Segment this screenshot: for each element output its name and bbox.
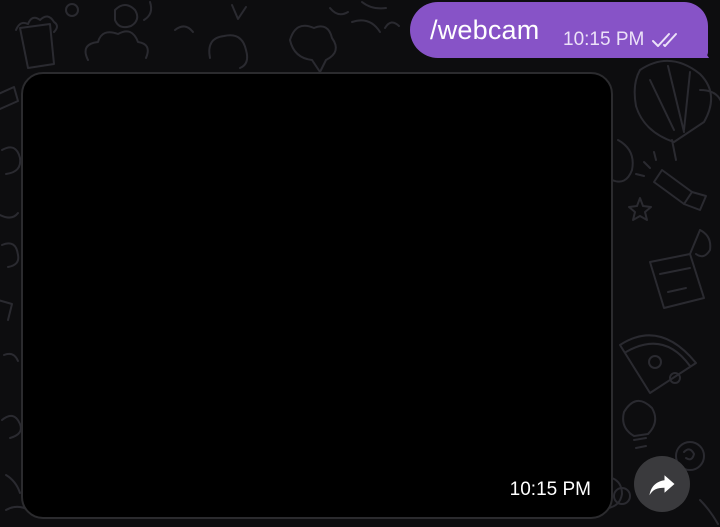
share-button[interactable] [634,456,690,512]
outgoing-message-bubble[interactable]: /webcam 10:15 PM [410,2,708,58]
outgoing-message-text: /webcam [430,15,540,45]
webcam-media-message[interactable]: 10:15 PM [21,72,613,519]
chat-screen: /webcam 10:15 PM 10:15 PM [0,0,720,527]
media-message-time: 10:15 PM [509,479,591,500]
share-arrow-icon [649,475,675,496]
outgoing-message-time: 10:15 PM [563,29,645,50]
double-check-icon [652,33,678,47]
outgoing-message-meta: 10:15 PM [563,29,681,51]
